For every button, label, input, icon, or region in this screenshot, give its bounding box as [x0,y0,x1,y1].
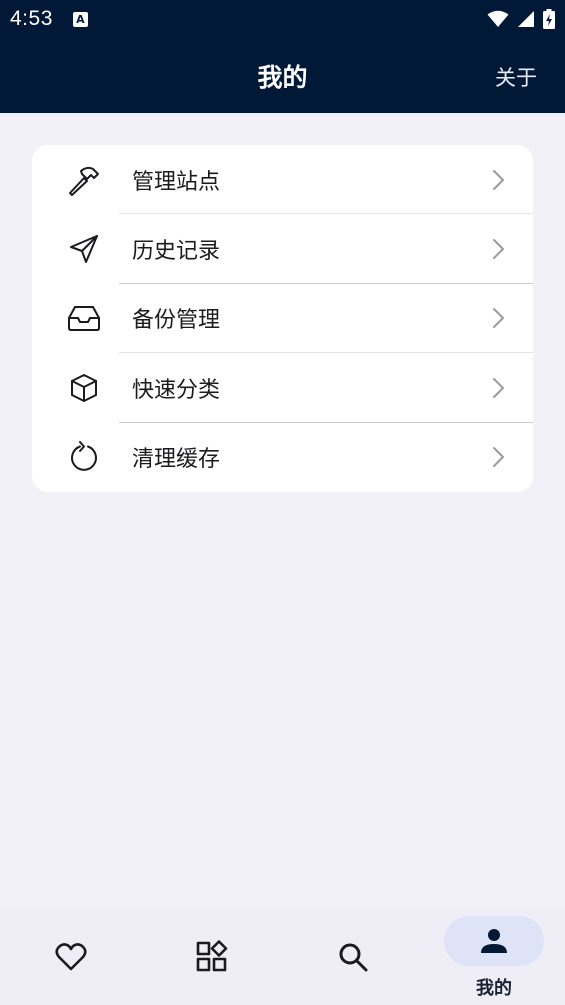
menu-item-manage-sites[interactable]: 管理站点 [32,145,533,215]
menu-item-clear-cache[interactable]: 清理缓存 [32,423,533,492]
notification-icon: A [72,11,88,27]
send-icon [66,231,102,267]
menu-item-label: 管理站点 [132,169,221,195]
hammer-icon [66,162,102,198]
menu-item-history[interactable]: 历史记录 [32,214,533,284]
nav-item-categories[interactable] [141,908,282,1005]
status-indicators [487,9,555,29]
search-icon [339,943,367,972]
nav-active-indicator[interactable] [444,916,544,966]
person-icon [481,929,507,953]
page-title: 我的 [257,63,308,92]
nav-item-search[interactable] [282,908,423,1005]
menu-item-label: 历史记录 [132,239,221,265]
about-button[interactable]: 关于 [495,62,537,92]
apps-icon [196,940,227,972]
cell-signal-icon [518,11,534,27]
nav-item-favorites[interactable] [0,908,141,1005]
chevron-right-icon [493,447,504,468]
inbox-icon [66,300,102,336]
heart-icon [54,943,87,971]
bottom-navigation: 我的 [0,908,565,1005]
wifi-icon [487,10,509,27]
box-icon [66,370,102,406]
refresh-icon [66,439,102,475]
menu-item-label: 清理缓存 [132,447,221,473]
nav-item-mine-label[interactable]: 我的 [444,974,544,1000]
chevron-right-icon [493,239,504,260]
menu-item-label: 快速分类 [132,377,221,403]
menu-item-backup[interactable]: 备份管理 [32,284,533,354]
status-bar: 4:53 A [0,0,565,38]
menu-item-quick-category[interactable]: 快速分类 [32,353,533,423]
menu-item-label: 备份管理 [132,308,221,334]
status-time: 4:53 [10,7,53,30]
settings-menu-card: 管理站点 历史记录 备份管理 快速分类 清理缓存 [32,145,533,492]
app-bar: 我的 关于 [0,38,565,113]
chevron-right-icon [493,308,504,329]
battery-icon [543,9,555,29]
chevron-right-icon [493,169,504,190]
chevron-right-icon [493,377,504,398]
